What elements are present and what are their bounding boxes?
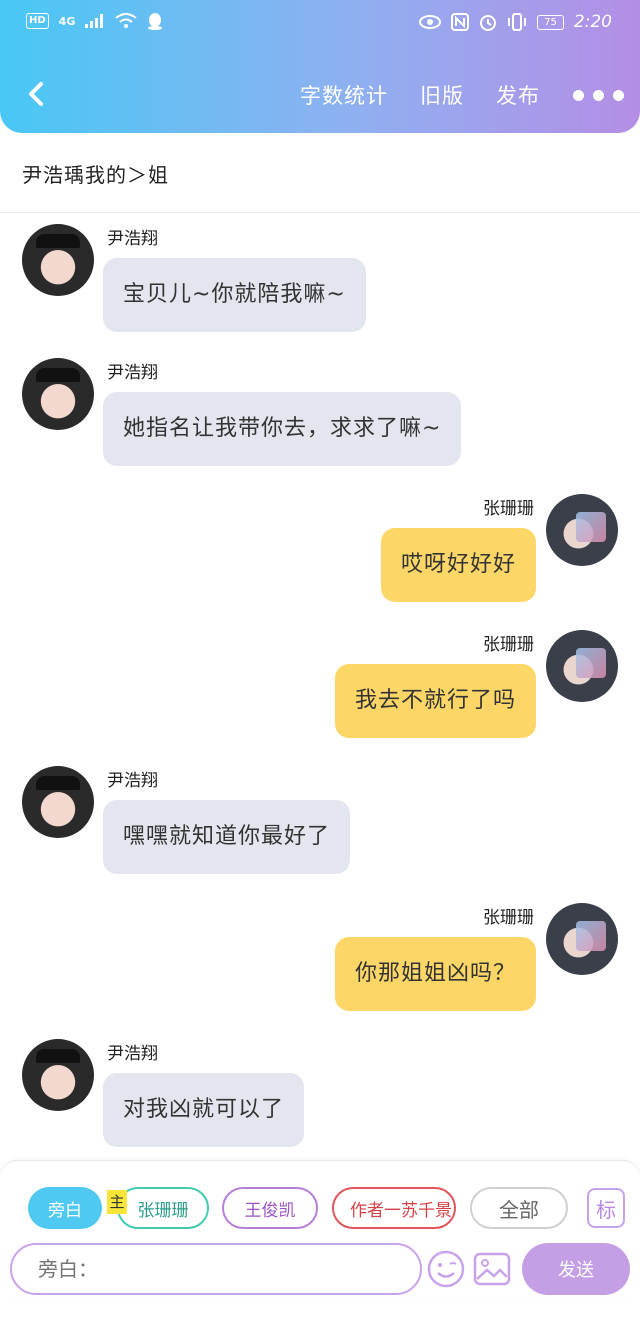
avatar[interactable] — [22, 766, 94, 838]
signal-icon — [85, 14, 104, 28]
avatar[interactable] — [22, 224, 94, 296]
avatar[interactable] — [546, 630, 618, 702]
word-count-link[interactable]: 字数统计 — [300, 80, 388, 110]
message-bubble[interactable]: 你那姐姐凶吗？ — [334, 937, 536, 1011]
message-bubble[interactable]: 她指名让我带你去，求求了嘛~ — [103, 392, 462, 466]
sender-name: 张珊珊 — [483, 499, 534, 519]
chat-title-bar: 尹浩瑀我的＞姐 — [0, 133, 640, 213]
status-bar: HD 4G 75 2:20 — [0, 0, 640, 48]
clock: 2:20 — [573, 12, 612, 32]
send-button[interactable]: 发送 — [522, 1243, 630, 1295]
chevron-left-icon — [29, 82, 43, 106]
sender-name: 尹浩翔 — [107, 771, 158, 791]
sender-name: 尹浩翔 — [107, 229, 158, 249]
sender-name: 尹浩翔 — [107, 1044, 158, 1064]
image-icon[interactable] — [472, 1249, 512, 1289]
composer-panel: 旁白 张珊珊 王俊凯 作者一苏千景 全部 标 发送 — [0, 1160, 640, 1300]
eye-icon — [419, 15, 442, 29]
message-bubble[interactable]: 宝贝儿~你就陪我嘛~ — [103, 258, 366, 332]
publish-link[interactable]: 发布 — [496, 80, 540, 110]
chat-title: 尹浩瑀我的＞姐 — [22, 163, 169, 187]
back-button[interactable] — [18, 76, 54, 112]
role-chip-narrator[interactable]: 旁白 — [28, 1187, 102, 1229]
message-input[interactable] — [10, 1243, 422, 1295]
more-dots-icon[interactable] — [573, 80, 624, 110]
nfc-icon — [451, 13, 470, 31]
hd-badge: HD — [26, 13, 49, 29]
battery-indicator: 75 — [537, 14, 564, 30]
vibrate-icon — [508, 13, 527, 31]
message-bubble[interactable]: 哎呀好好好 — [380, 528, 536, 602]
role-chip-author[interactable]: 作者一苏千景 — [332, 1187, 456, 1229]
sender-name: 张珊珊 — [483, 908, 534, 928]
tag-button[interactable]: 标 — [587, 1188, 625, 1228]
nav-bar: 字数统计 旧版 发布 — [0, 70, 640, 120]
role-chip-wang-junkai[interactable]: 王俊凯 — [222, 1187, 318, 1229]
smiley-icon[interactable] — [426, 1249, 466, 1289]
old-version-link[interactable]: 旧版 — [420, 80, 464, 110]
app-header: HD 4G 75 2:20 字数统计 旧版 发布 — [0, 0, 640, 133]
role-chip-all[interactable]: 全部 — [470, 1187, 568, 1229]
main-role-tag: 主 — [107, 1190, 127, 1214]
qq-icon — [148, 13, 163, 30]
alarm-icon — [480, 15, 497, 31]
avatar[interactable] — [546, 494, 618, 566]
message-bubble[interactable]: 对我凶就可以了 — [103, 1073, 305, 1147]
message-bubble[interactable]: 嘿嘿就知道你最好了 — [103, 800, 351, 874]
sender-name: 尹浩翔 — [107, 363, 158, 383]
network-type: 4G — [58, 14, 76, 28]
message-bubble[interactable]: 我去不就行了吗 — [334, 664, 536, 738]
avatar[interactable] — [22, 358, 94, 430]
sender-name: 张珊珊 — [483, 635, 534, 655]
role-chip-zhang-shanshan[interactable]: 张珊珊 — [117, 1187, 209, 1229]
wifi-icon — [115, 13, 137, 28]
avatar[interactable] — [546, 903, 618, 975]
avatar[interactable] — [22, 1039, 94, 1111]
